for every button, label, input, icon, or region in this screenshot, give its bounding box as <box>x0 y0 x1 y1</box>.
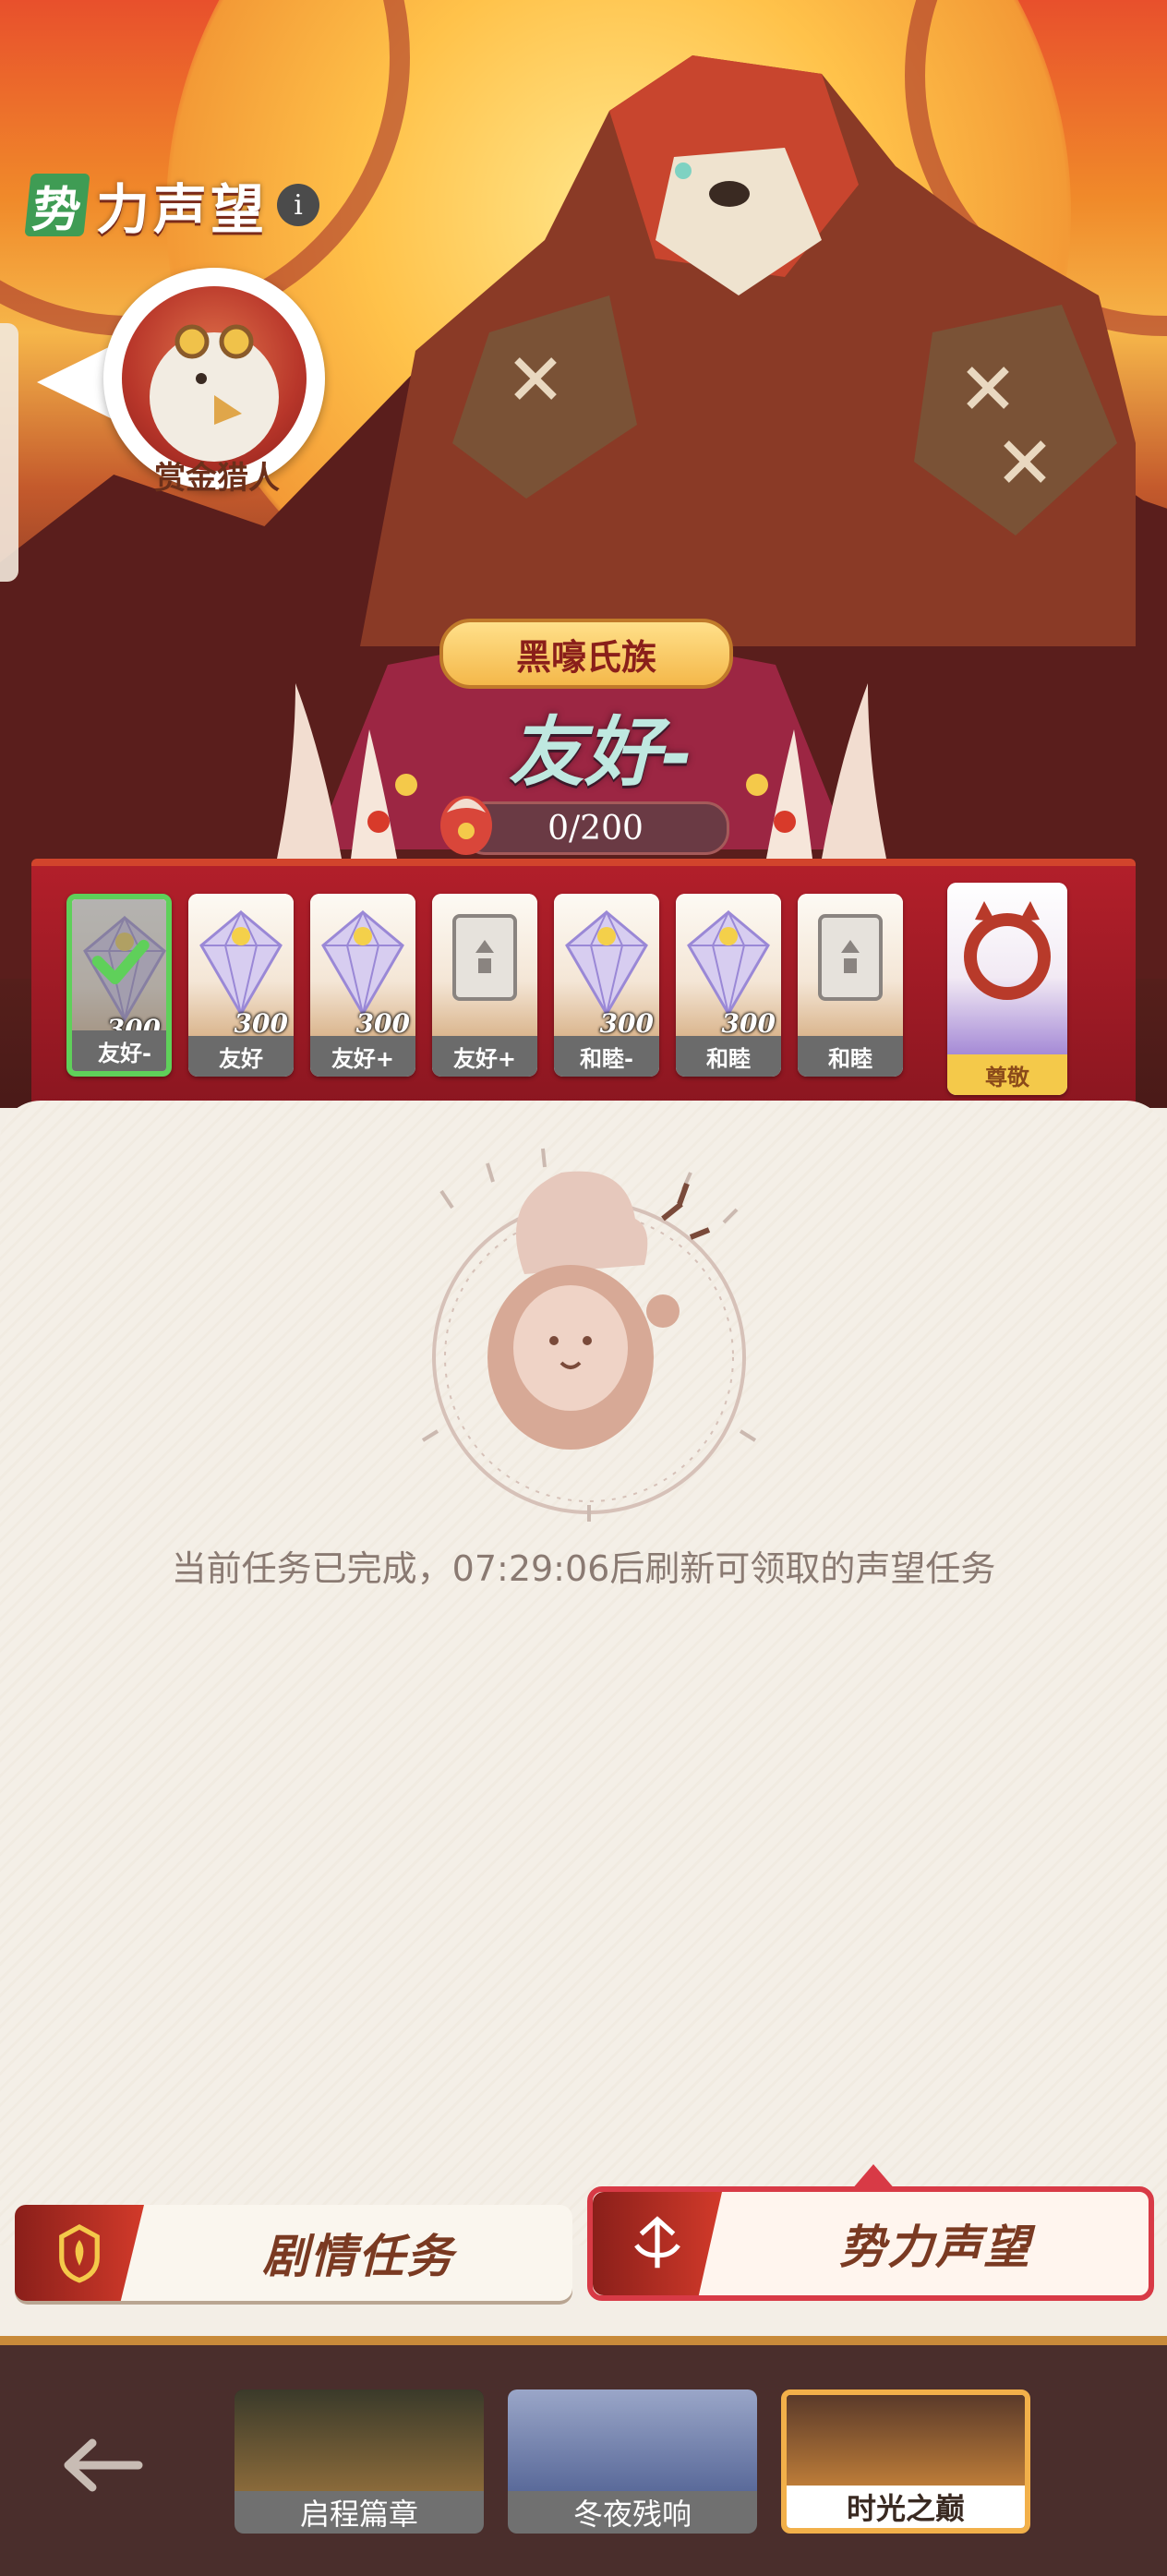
reward-item[interactable]: 300 和睦- <box>554 894 659 1077</box>
chapter-art <box>787 2395 1025 2497</box>
faction-leader-illustration <box>360 55 1136 646</box>
eagle-portrait-icon <box>150 324 279 462</box>
reward-label: 和睦 <box>798 1036 903 1077</box>
reward-label: 友好+ <box>310 1036 415 1077</box>
tasks-complete-status: 当前任务已完成，07:29:06后刷新可领取的声望任务 <box>171 1548 996 1589</box>
chapter-name: 冬夜残响 <box>508 2491 757 2534</box>
reward-label: 和睦- <box>554 1036 659 1077</box>
side-drawer-handle[interactable] <box>0 323 18 582</box>
chapter-navigation: 启程篇章 冬夜残响 时光之巅 <box>0 2336 1167 2576</box>
reward-quantity: 300 <box>355 1008 410 1039</box>
reward-image <box>432 894 537 1040</box>
reputation-token-icon <box>440 796 492 855</box>
tab-reputation-label: 势力声望 <box>839 2220 1031 2274</box>
hunter-label: 赏金猎人 <box>154 460 280 497</box>
card-icon <box>452 914 517 1001</box>
chapter-card[interactable]: 启程篇章 <box>235 2389 484 2534</box>
title-text: 力声望 <box>96 178 269 241</box>
reputation-emblem-icon <box>593 2192 722 2295</box>
reward-label: 尊敬 <box>947 1054 1067 1095</box>
reward-track: 300 友好- 300 友好 300 友好+ 友好+ 300 和睦- 300 和睦 和睦 尊敬 <box>31 859 1136 1108</box>
reward-item[interactable]: 300 友好 <box>188 894 294 1077</box>
task-tab-bar: 剧情任务 势力声望 <box>0 2170 1167 2308</box>
tab-reputation[interactable]: 势力声望 <box>587 2186 1154 2301</box>
reward-item[interactable]: 友好+ <box>432 894 537 1077</box>
faction-banner: 势 力声望 i 赏金猎人 黑嚎氏族 友好- 0/200 300 友好- 300 … <box>0 0 1167 1108</box>
title-badge: 势 <box>24 174 90 238</box>
back-arrow-icon[interactable] <box>55 2428 148 2502</box>
tab-story-label: 剧情任务 <box>262 2229 454 2283</box>
tasks-complete-illustration <box>421 1148 757 1522</box>
reputation-level: 友好- <box>508 708 692 797</box>
card-icon <box>818 914 883 1001</box>
reward-item[interactable]: 尊敬 <box>947 883 1067 1095</box>
reward-item[interactable]: 300 友好+ <box>310 894 415 1077</box>
avatar-frame-icon <box>964 901 1051 1000</box>
progress-text: 0/200 <box>547 809 644 848</box>
reward-label: 友好+ <box>432 1036 537 1077</box>
faction-name: 黑嚎氏族 <box>439 619 733 689</box>
chapter-art <box>235 2389 484 2491</box>
chapter-name: 启程篇章 <box>235 2491 484 2534</box>
reward-label: 友好- <box>72 1030 166 1071</box>
chapter-name: 时光之巅 <box>787 2486 1025 2528</box>
tab-story-tasks[interactable]: 剧情任务 <box>15 2205 572 2301</box>
reward-label: 和睦 <box>676 1036 781 1077</box>
reward-item[interactable]: 和睦 <box>798 894 903 1077</box>
reward-image <box>798 894 903 1040</box>
chapter-card[interactable]: 时光之巅 <box>781 2389 1030 2534</box>
page-title: 势 力声望 i <box>24 166 320 244</box>
reward-item[interactable]: 300 和睦 <box>676 894 781 1077</box>
reward-quantity: 300 <box>599 1008 654 1039</box>
chapter-card[interactable]: 冬夜残响 <box>508 2389 757 2534</box>
reward-label: 友好 <box>188 1036 294 1077</box>
story-emblem-icon <box>15 2205 144 2301</box>
info-icon[interactable]: i <box>277 184 320 226</box>
avatar <box>122 286 307 471</box>
reward-image <box>947 883 1067 1054</box>
reward-quantity: 300 <box>234 1008 288 1039</box>
reward-item[interactable]: 300 友好- <box>66 894 172 1077</box>
chapter-art <box>508 2389 757 2491</box>
bounty-hunter-button[interactable]: 赏金猎人 <box>37 268 332 508</box>
reward-quantity: 300 <box>721 1008 776 1039</box>
reputation-progress-bar: 0/200 <box>462 801 729 855</box>
